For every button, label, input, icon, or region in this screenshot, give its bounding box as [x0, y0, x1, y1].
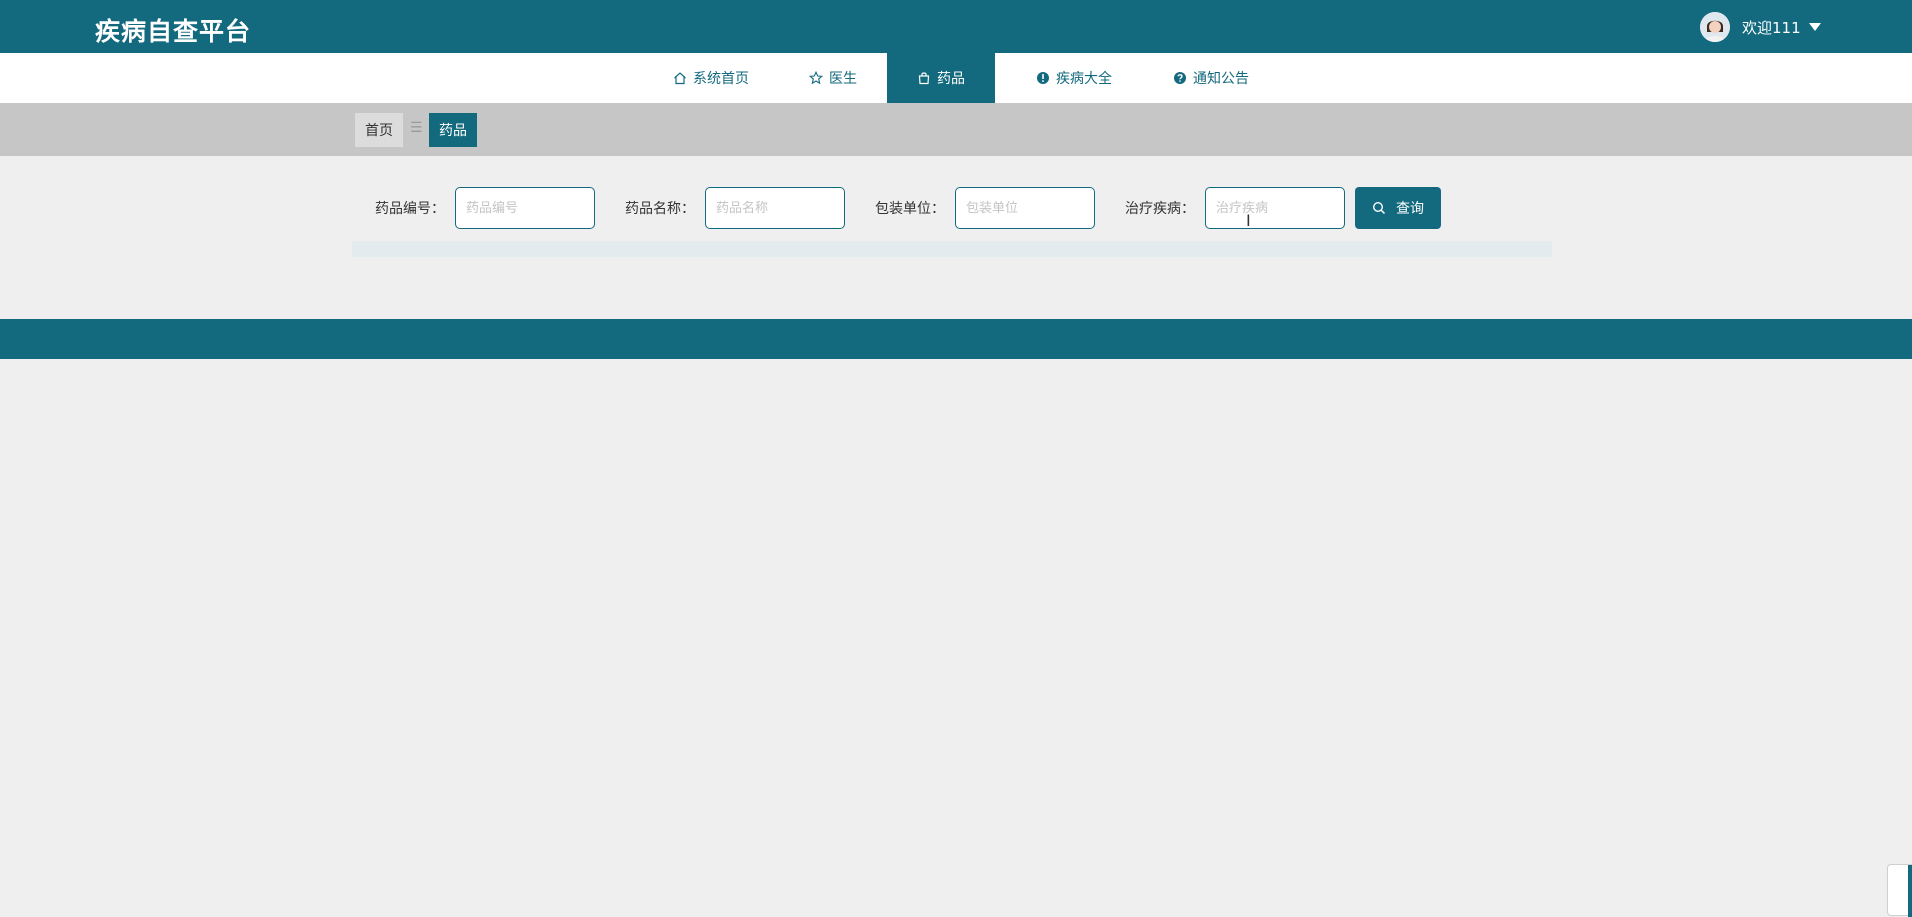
- breadcrumb-current: 药品: [429, 113, 477, 147]
- user-avatar[interactable]: [1700, 12, 1730, 42]
- caret-down-icon[interactable]: [1808, 23, 1821, 31]
- text-cursor-icon: I: [1246, 211, 1251, 230]
- medicine-name-label: 药品名称：: [625, 201, 695, 217]
- nav-item-home[interactable]: 系统首页: [657, 53, 765, 103]
- main-nav: 系统首页 医生 药品 疾病大全 通知公告: [0, 53, 1912, 103]
- breadcrumb: 首页 ☰ 药品: [0, 103, 1912, 156]
- welcome-text[interactable]: 欢迎111: [1742, 17, 1801, 38]
- package-unit-label: 包装单位：: [875, 201, 945, 217]
- nav-item-medicine[interactable]: 药品: [887, 53, 995, 103]
- breadcrumb-separator: ☰: [410, 120, 423, 136]
- exclamation-circle-icon: [1036, 71, 1050, 85]
- nav-item-label: 通知公告: [1193, 71, 1249, 87]
- treated-disease-label: 治疗疾病：: [1125, 201, 1195, 217]
- question-circle-icon: [1173, 71, 1187, 85]
- nav-item-label: 药品: [937, 71, 965, 87]
- treated-disease-input[interactable]: [1205, 187, 1345, 229]
- breadcrumb-home[interactable]: 首页: [355, 113, 403, 147]
- search-button-label: 查询: [1396, 200, 1424, 216]
- top-header: 疾病自查平台 欢迎111: [0, 0, 1912, 53]
- search-icon: [1372, 201, 1386, 215]
- home-icon: [673, 71, 687, 85]
- medicine-code-label: 药品编号：: [375, 201, 445, 217]
- star-icon: [809, 71, 823, 85]
- nav-item-notices[interactable]: 通知公告: [1154, 53, 1268, 103]
- medicine-name-input[interactable]: [705, 187, 845, 229]
- bag-icon: [917, 71, 931, 85]
- results-table-header: [352, 241, 1552, 257]
- widget-accent-bar: [1908, 865, 1912, 917]
- nav-item-doctor[interactable]: 医生: [795, 53, 871, 103]
- page-footer: [0, 319, 1912, 359]
- nav-item-diseases[interactable]: 疾病大全: [1017, 53, 1131, 103]
- floating-side-widget[interactable]: [1887, 864, 1912, 917]
- nav-item-label: 疾病大全: [1056, 71, 1112, 87]
- nav-item-label: 系统首页: [693, 71, 749, 87]
- medicine-code-input[interactable]: [455, 187, 595, 229]
- package-unit-input[interactable]: [955, 187, 1095, 229]
- nav-item-label: 医生: [829, 71, 857, 87]
- search-button[interactable]: 查询: [1355, 187, 1441, 229]
- site-title: 疾病自查平台: [95, 17, 252, 46]
- user-menu[interactable]: 欢迎111: [1700, 12, 1821, 42]
